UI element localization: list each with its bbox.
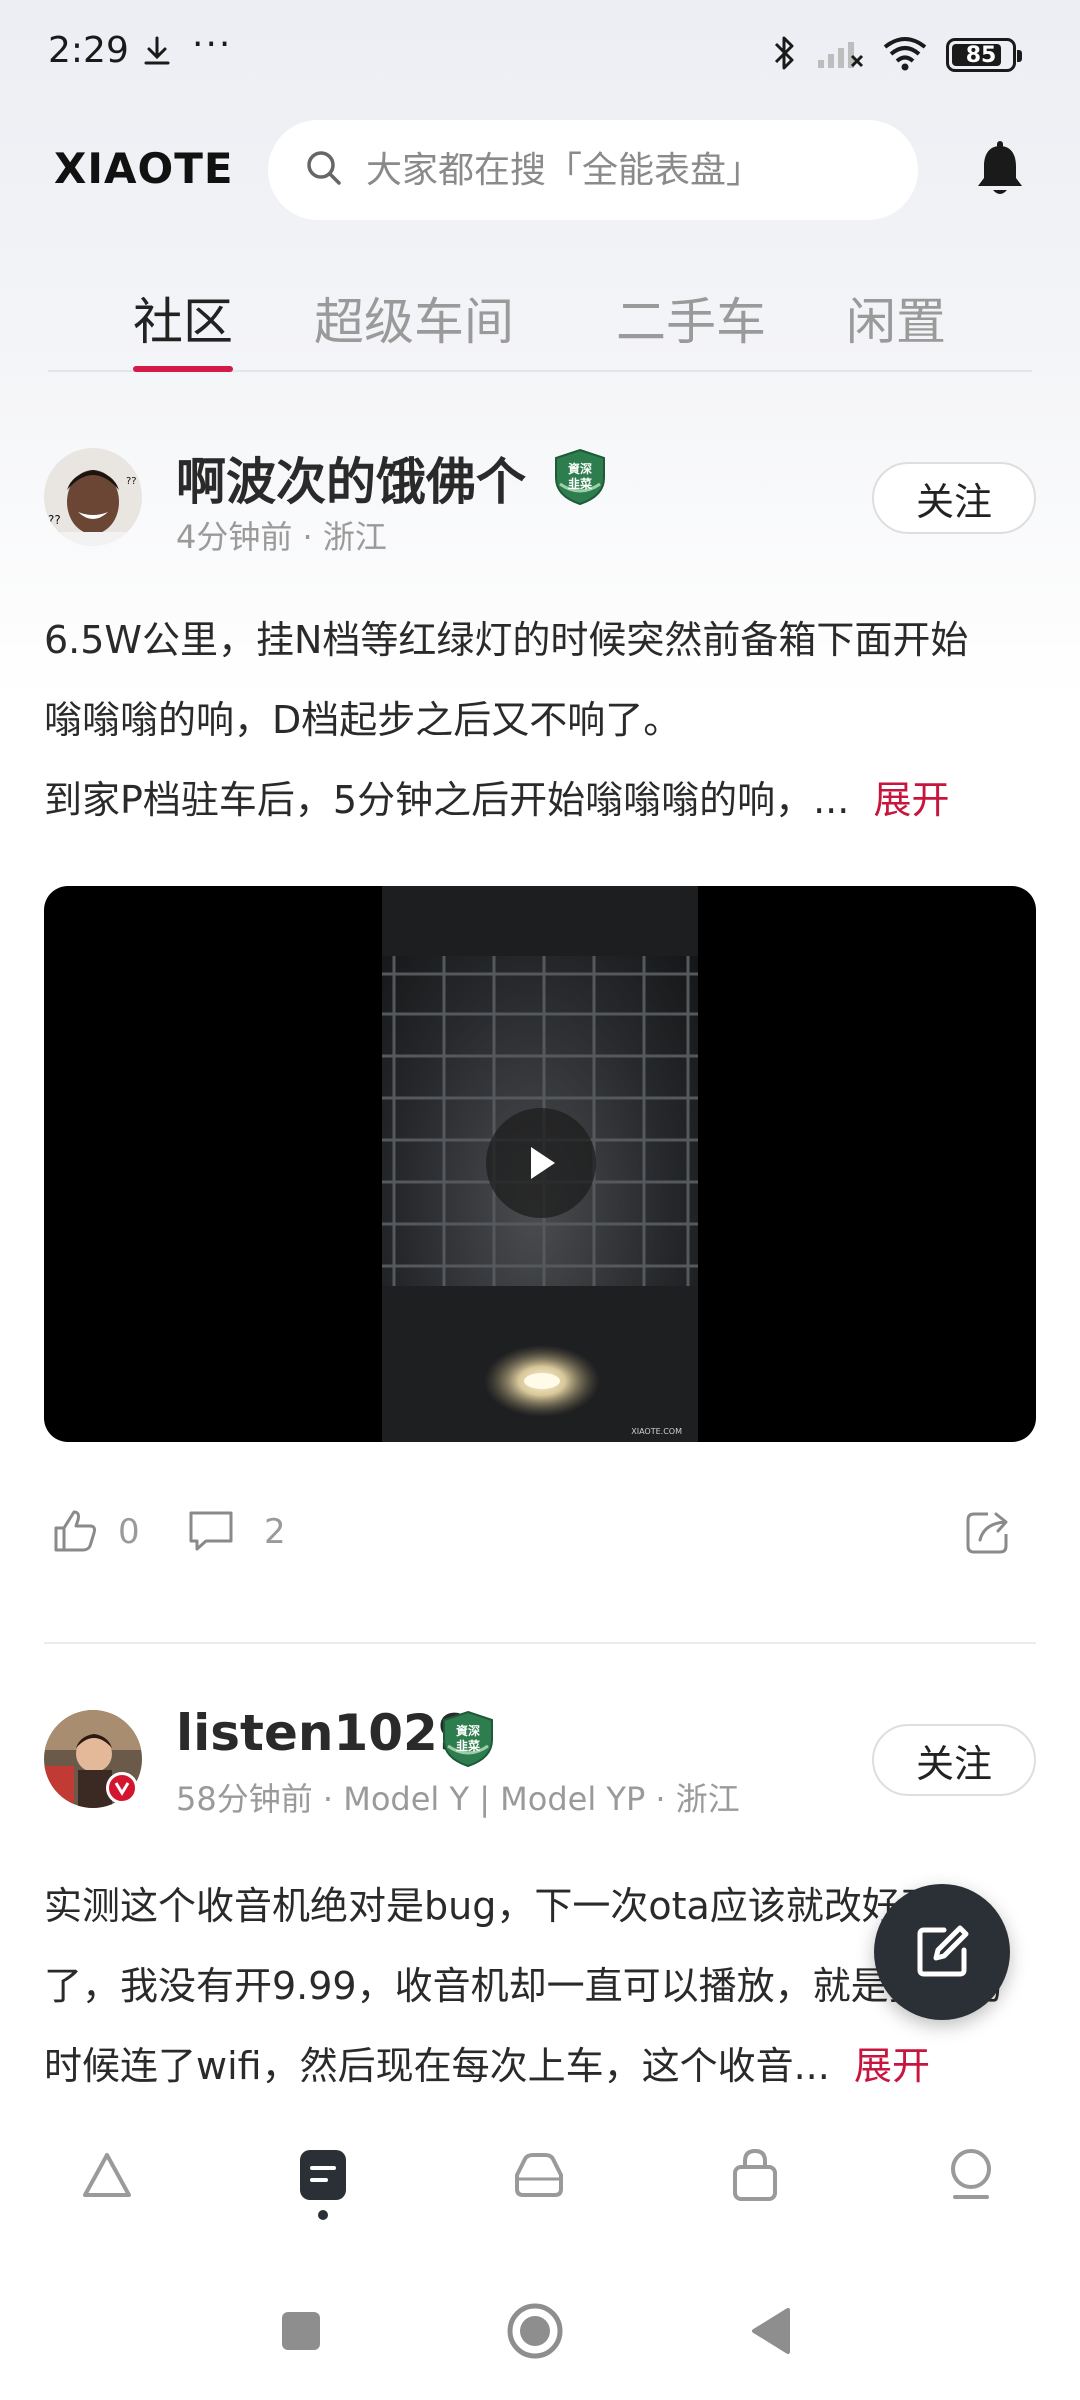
app-logo: XIAOTE xyxy=(54,144,234,193)
status-more: ··· xyxy=(192,24,233,65)
status-time: 2:29 xyxy=(48,30,129,71)
follow-button[interactable]: 关注 xyxy=(872,1724,1036,1796)
search-input[interactable] xyxy=(366,149,886,191)
post-body-line: 6.5W公里，挂N档等红绿灯的时候突然前备箱下面开始 xyxy=(44,618,969,662)
badge-text-bottom: 韭菜 xyxy=(456,1738,480,1753)
nav-active-indicator xyxy=(318,2210,328,2220)
home-circle-icon[interactable] xyxy=(506,2302,564,2364)
video-player[interactable]: XIAOTE.COM xyxy=(44,886,1036,1442)
svg-text:??: ?? xyxy=(126,476,137,487)
svg-text:??: ?? xyxy=(48,513,61,527)
post-body-line-text: 到家P档驻车后，5分钟之后开始嗡嗡嗡的响，... xyxy=(44,778,850,822)
battery-level: 85 xyxy=(965,42,997,68)
expand-link[interactable]: 展开 xyxy=(854,2044,930,2088)
bottom-nav xyxy=(0,2110,1080,2260)
post-body-line: 到家P档驻车后，5分钟之后开始嗡嗡嗡的响，... 展开 xyxy=(44,760,1040,840)
badge-text-top: 資深 xyxy=(456,1723,480,1738)
wifi-icon xyxy=(882,35,928,75)
back-triangle-icon[interactable] xyxy=(748,2306,792,2360)
post-body[interactable]: 6.5W公里，挂N档等红绿灯的时候突然前备箱下面开始 嗡嗡嗡的响，D档起步之后又… xyxy=(44,600,1040,840)
comment-icon[interactable] xyxy=(186,1506,236,1560)
nav-community-doc-icon[interactable] xyxy=(288,2140,358,2210)
download-icon xyxy=(140,34,174,72)
status-icons: 85 xyxy=(770,34,1022,76)
post-body-line: 嗡嗡嗡的响，D档起步之后又不响了。 xyxy=(44,698,682,742)
play-button[interactable] xyxy=(486,1108,596,1218)
tab-super-workshop[interactable]: 超级车间 xyxy=(314,282,514,354)
tab-community[interactable]: 社区 xyxy=(133,282,233,354)
signal-icon xyxy=(816,36,864,74)
like-icon[interactable] xyxy=(50,1506,100,1560)
search-bar[interactable] xyxy=(268,120,918,220)
post-username[interactable]: listen1029 xyxy=(176,1704,473,1762)
post-divider xyxy=(44,1642,1036,1644)
post-meta: 4分钟前 · 浙江 xyxy=(176,518,387,556)
edit-icon xyxy=(917,1925,969,1977)
play-icon xyxy=(531,1147,555,1179)
app-header: XIAOTE xyxy=(0,120,1080,220)
senior-badge-icon: 資深 韭菜 xyxy=(440,1710,496,1768)
nav-shop-bag-icon[interactable] xyxy=(720,2140,790,2210)
search-icon xyxy=(304,148,344,192)
post-meta: 58分钟前 · Model Y | Model YP · 浙江 xyxy=(176,1780,740,1818)
follow-button[interactable]: 关注 xyxy=(872,462,1036,534)
nav-home-triangle-icon[interactable] xyxy=(72,2140,142,2210)
verified-badge-icon xyxy=(106,1772,138,1804)
tab-active-indicator xyxy=(133,366,233,372)
expand-link[interactable]: 展开 xyxy=(874,778,950,822)
recents-square-icon[interactable] xyxy=(280,2310,322,2356)
like-count: 0 xyxy=(118,1512,140,1552)
tab-used-cars[interactable]: 二手车 xyxy=(616,282,766,354)
status-bar: 2:29 ··· 85 xyxy=(0,0,1080,110)
system-nav-bar xyxy=(0,2260,1080,2400)
post-body-line-text: 时候连了wifi，然后现在每次上车，这个收音... xyxy=(44,2044,830,2088)
nav-profile-icon[interactable] xyxy=(936,2140,1006,2210)
tab-idle[interactable]: 闲置 xyxy=(846,282,946,354)
notification-bell-icon[interactable] xyxy=(972,140,1028,200)
share-icon[interactable] xyxy=(962,1506,1014,1562)
badge-text-bottom: 韭菜 xyxy=(568,476,592,491)
post-actions: 0 2 xyxy=(44,1500,1036,1570)
avatar[interactable]: ?? ?? xyxy=(44,448,142,546)
senior-badge-icon: 資深 韭菜 xyxy=(552,448,608,506)
video-watermark: XIAOTE.COM xyxy=(631,1427,682,1436)
bluetooth-icon xyxy=(770,34,798,76)
post-username[interactable]: 啊波次的饿佛个 xyxy=(176,442,526,514)
compose-button[interactable] xyxy=(874,1884,1010,2020)
nav-car-icon[interactable] xyxy=(504,2140,574,2210)
top-tabs: 社区 超级车间 二手车 闲置 xyxy=(48,262,1032,372)
battery-icon: 85 xyxy=(946,38,1022,72)
badge-text-top: 資深 xyxy=(568,461,592,476)
post-body-line: 时候连了wifi，然后现在每次上车，这个收音... 展开 xyxy=(44,2026,1040,2106)
comment-count: 2 xyxy=(264,1512,286,1552)
